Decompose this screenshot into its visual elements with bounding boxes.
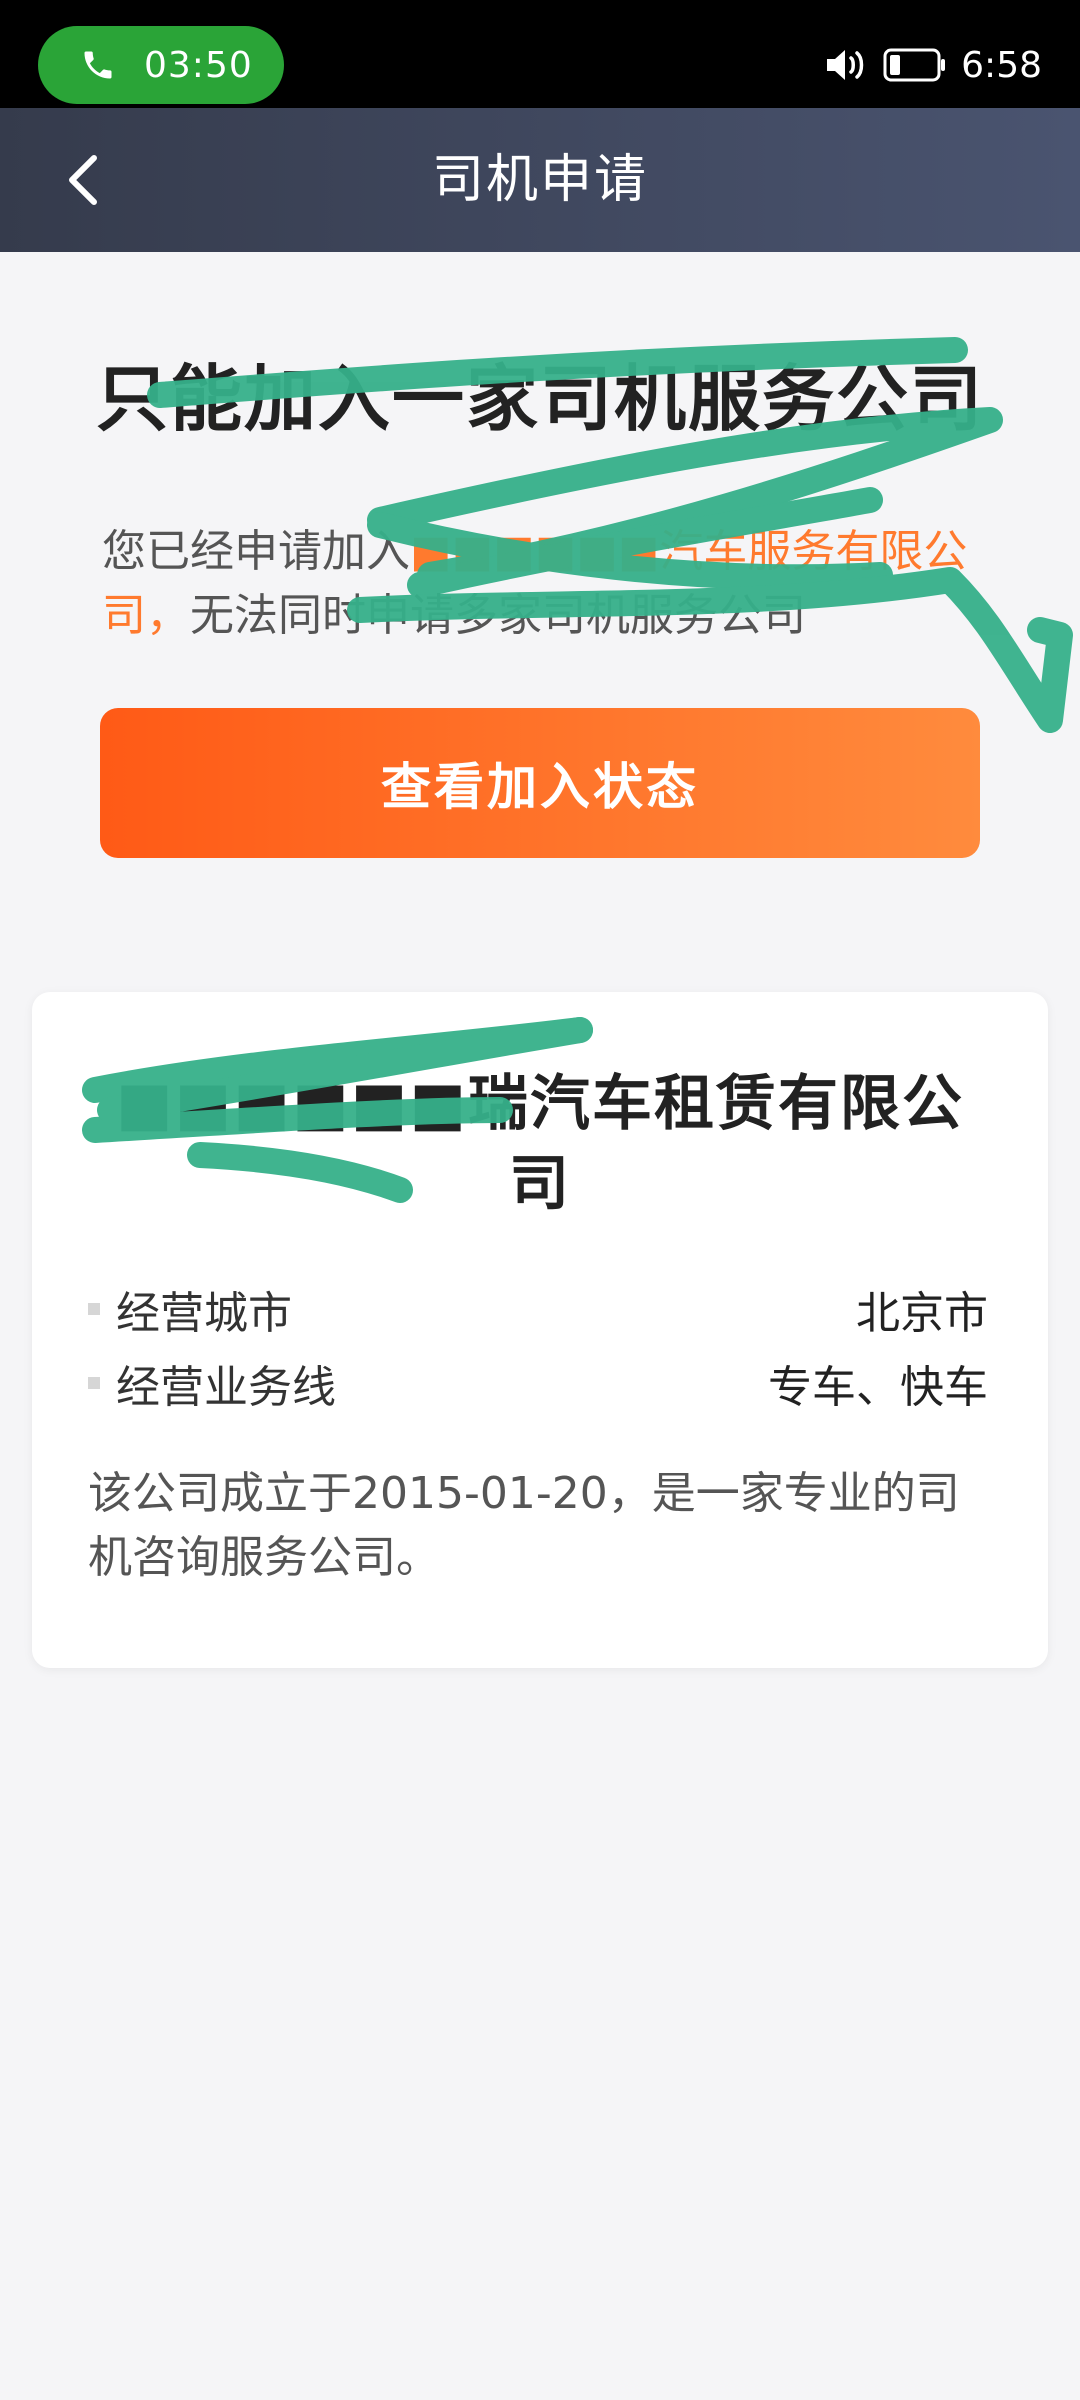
speaker-icon <box>823 45 871 85</box>
back-arrow-icon[interactable] <box>56 152 112 208</box>
business-label: 经营业务线 <box>116 1362 336 1413</box>
status-indicators: 6:58 <box>823 30 1042 100</box>
company-description: 该公司成立于2015-01-20，是一家专业的司机咨询服务公司。 <box>88 1468 960 1583</box>
application-notice: 您已经申请加入■■■■■■汽车服务有限公司，无法同时申请多家司机服务公司 <box>102 520 982 648</box>
company-card: ■■■■■■瑞汽车租赁有限公司 经营城市 北京市 经营业务线 专车、快车 该公司… <box>32 992 1048 1668</box>
notice-suffix: 无法同时申请多家司机服务公司 <box>190 590 806 641</box>
city-value: 北京市 <box>856 1288 988 1339</box>
restriction-title: 只能加入一家司机服务公司 <box>95 357 984 441</box>
notice-prefix: 您已经申请加入 <box>102 526 410 577</box>
business-value: 专车、快车 <box>768 1362 988 1413</box>
battery-icon <box>883 47 947 83</box>
company-name: ■■■■■■瑞汽车租赁有限公司 <box>115 1069 965 1219</box>
info-row-business: 经营业务线 专车、快车 <box>88 1348 988 1418</box>
view-join-status-button[interactable]: 查看加入状态 <box>100 708 980 858</box>
call-duration: 03:50 <box>144 44 253 86</box>
bullet-icon <box>88 1303 100 1315</box>
page-title: 司机申请 <box>431 150 648 210</box>
info-row-city: 经营城市 北京市 <box>88 1274 988 1344</box>
app-header: 司机申请 <box>0 108 1080 252</box>
ongoing-call-pill[interactable]: 03:50 <box>38 26 284 104</box>
status-clock: 6:58 <box>961 44 1042 86</box>
bullet-icon <box>88 1377 100 1389</box>
city-label: 经营城市 <box>116 1288 292 1339</box>
phone-icon <box>78 45 118 85</box>
status-bar: 03:50 6:58 <box>0 0 1080 108</box>
